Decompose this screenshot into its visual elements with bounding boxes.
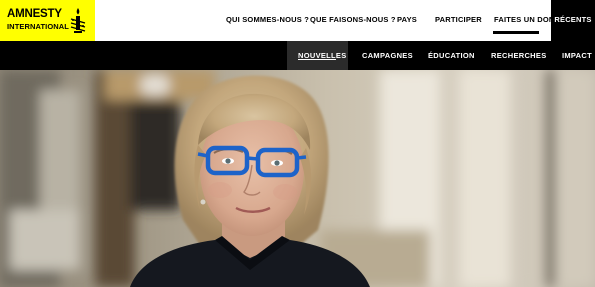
top-header: AMNESTY INTERNATIONAL QUI SOMMES-NOUS ? … <box>0 0 595 41</box>
active-tab-underline <box>298 59 336 60</box>
tab-education[interactable]: ÉDUCATION <box>428 51 475 60</box>
top-nav: QUI SOMMES-NOUS ? QUE FAISONS-NOUS ? PAY… <box>0 0 595 41</box>
nav-qui-sommes-nous[interactable]: QUI SOMMES-NOUS ? <box>226 15 309 24</box>
tab-campagnes[interactable]: CAMPAGNES <box>362 51 413 60</box>
nav-pays[interactable]: PAYS <box>397 15 417 24</box>
hero-image <box>0 70 595 287</box>
donate-underline <box>493 31 539 34</box>
hero-portrait <box>0 70 595 287</box>
tab-recherches[interactable]: RECHERCHES <box>491 51 547 60</box>
nav-que-faisons-nous[interactable]: QUE FAISONS-NOUS ? <box>310 15 396 24</box>
section-nav-bar: NOUVELLES CAMPAGNES ÉDUCATION RECHERCHES… <box>0 41 595 70</box>
nav-faites-un-don[interactable]: FAITES UN DON <box>494 15 555 24</box>
nav-participer[interactable]: PARTICIPER <box>435 15 482 24</box>
tab-impact[interactable]: IMPACT <box>562 51 592 60</box>
recents-button[interactable]: RÉCENTS <box>551 0 595 41</box>
recents-label: RÉCENTS <box>554 15 592 24</box>
